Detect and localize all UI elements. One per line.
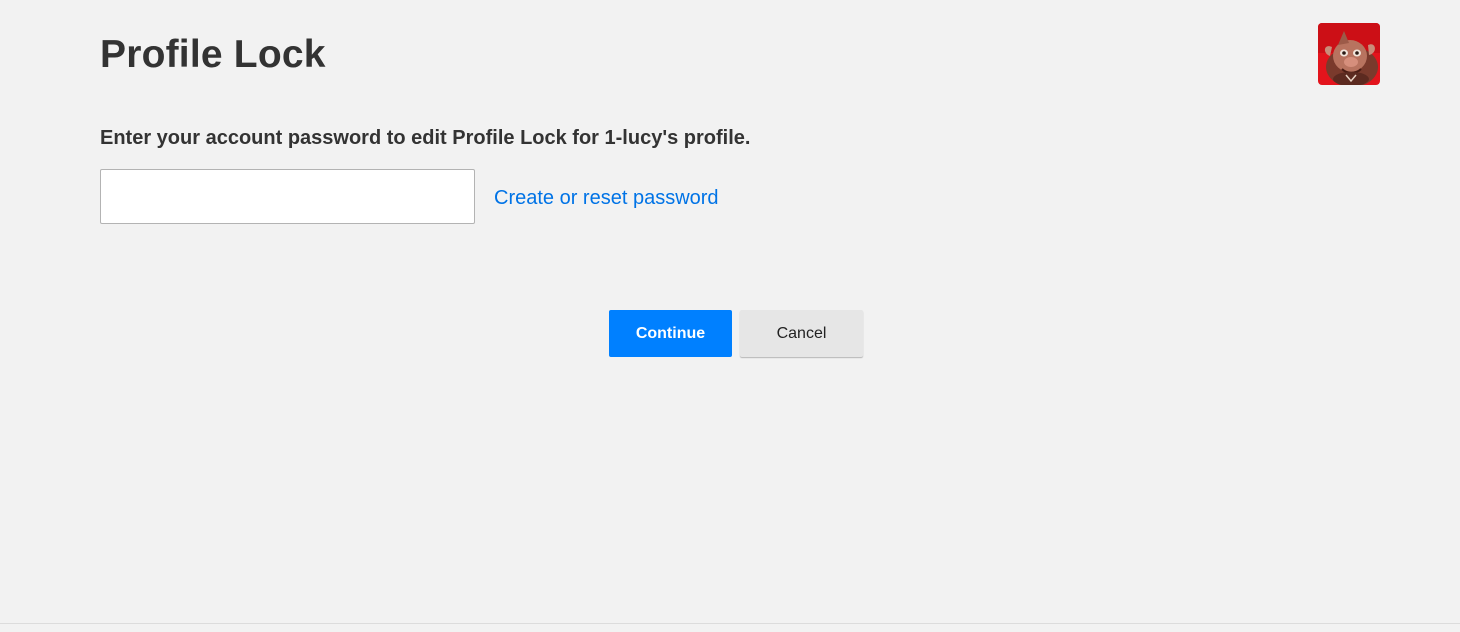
page-title: Profile Lock [100,33,326,76]
profile-avatar[interactable] [1318,23,1380,85]
instructions-text: Enter your account password to edit Prof… [100,127,751,149]
continue-button[interactable]: Continue [609,310,732,357]
password-input[interactable] [100,169,475,224]
create-reset-password-link[interactable]: Create or reset password [494,185,719,211]
footer-divider [0,623,1460,624]
cancel-button[interactable]: Cancel [740,310,863,357]
avatar-character-icon [1318,23,1380,85]
